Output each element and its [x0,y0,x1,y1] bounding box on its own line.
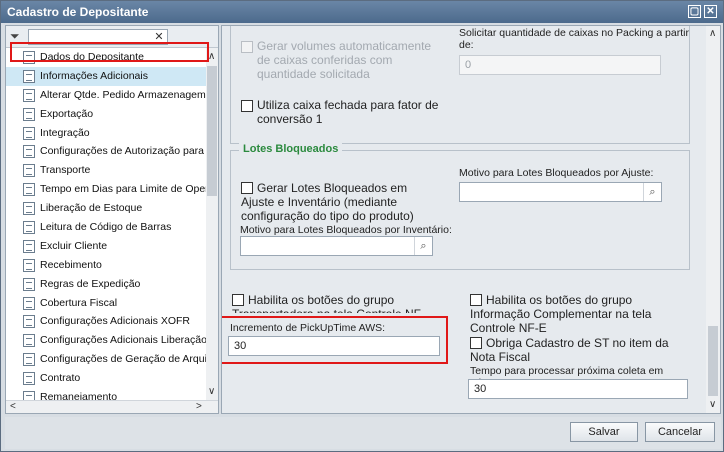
sidebar-item[interactable]: Excluir Cliente [6,237,206,256]
cancel-button[interactable]: Cancelar [645,422,715,442]
document-icon [23,145,35,159]
sidebar-item-label: Contrato [40,372,81,385]
document-icon [23,372,35,386]
highlight-pickup-field [222,316,448,364]
document-icon [23,107,35,121]
scroll-up-icon[interactable]: ∧ [208,51,215,63]
sidebar-item-label: Tempo em Dias para Limite de Operaç [40,183,206,196]
sidebar-item-label: Cobertura Fiscal [40,296,118,309]
highlight-selected-item [10,42,209,62]
search-icon[interactable]: ⌕ [414,237,432,255]
tempo-coleta-input[interactable]: 30 [468,379,688,399]
habilita-transportadora-label: Habilita os botões do grupo Transportado… [232,293,425,313]
details-vertical-scrollbar[interactable]: ∧ ∨ [706,26,720,413]
sidebar-item[interactable]: Configurações Adicionais Liberação N [6,331,206,350]
scroll-down-icon[interactable]: ∨ [208,386,215,398]
motivo-ajuste-label: Motivo para Lotes Bloqueados por Ajuste: [459,167,654,179]
solicitar-label: Solicitar quantidade de caixas no Packin… [459,27,689,51]
document-icon [23,334,35,348]
motivo-ajuste-input[interactable] [459,182,662,202]
sidebar-item-label: Alterar Qtde. Pedido Armazenagem [40,88,206,101]
sidebar-item-label: Remanejamento [40,391,118,400]
sidebar-vertical-scrollbar[interactable]: ∧ ∨ [206,48,218,400]
lotes-bloqueados-legend: Lotes Bloqueados [239,143,343,155]
sidebar-item-label: Informações Adicionais [40,69,148,82]
sidebar-item[interactable]: Transporte [6,161,206,180]
document-icon [23,183,35,197]
dialog-footer: Salvar Cancelar [5,417,721,449]
document-icon [23,315,35,329]
sidebar-item-label: Configurações Adicionais XOFR [40,315,190,328]
scroll-up-icon[interactable]: ∧ [709,28,716,40]
sidebar-item[interactable]: Configurações de Autorização para B [6,142,206,161]
document-icon [23,277,35,291]
solicitar-input: 0 [459,55,661,75]
document-icon [23,164,35,178]
scroll-left-icon[interactable]: < [10,401,16,413]
sidebar-item-label: Liberação de Estoque [40,202,143,215]
search-icon[interactable]: ⌕ [643,183,661,201]
sidebar-item-label: Leitura de Código de Barras [40,221,172,234]
title-bar: Cadastro de Depositante ▢ ✕ [1,1,723,23]
sidebar-item-label: Recebimento [40,258,102,271]
document-icon [23,239,35,253]
sidebar-item[interactable]: Regras de Expedição [6,275,206,294]
sidebar-item-label: Configurações Adicionais Liberação N [40,334,206,347]
sidebar-item[interactable]: Exportação [6,105,206,124]
sidebar-item[interactable]: Tempo em Dias para Limite de Operaç [6,180,206,199]
section-list: Dados do Depositante Informações Adiciona… [6,48,206,400]
document-icon [23,126,35,140]
sidebar-item[interactable]: Informações Adicionais [6,66,206,86]
sidebar-horizontal-scrollbar[interactable]: < > [6,400,218,413]
sidebar-item-label: Exportação [40,107,94,120]
sidebar-item[interactable]: Cobertura Fiscal [6,294,206,313]
sidebar-item[interactable]: Integração [6,124,206,143]
motivo-inventario-input[interactable] [240,236,433,256]
window-title: Cadastro de Depositante [7,5,149,19]
utiliza-caixa-label: Utiliza caixa fechada para fator de conv… [257,98,439,126]
details-panel: Gerar volumes automaticamente de caixas … [221,25,721,414]
restore-icon[interactable]: ▢ [688,5,701,18]
document-icon [23,202,35,216]
sidebar-item[interactable]: Liberação de Estoque [6,199,206,218]
document-icon [23,258,35,272]
sidebar-item[interactable]: Remanejamento [6,388,206,400]
gerar-volumes-label: Gerar volumes automaticamente de caixas … [257,39,432,81]
sidebar-item-label: Regras de Expedição [40,277,141,290]
sidebar-item-label: Integração [40,126,90,139]
habilita-informacao-label: Habilita os botões do grupo Informação C… [470,293,652,335]
document-icon [23,391,35,400]
gerar-lotes-label: Gerar Lotes Bloqueados em Ajuste e Inven… [241,181,414,223]
scroll-right-icon[interactable]: > [196,401,202,413]
packing-group: Gerar volumes automaticamente de caixas … [230,26,690,144]
sidebar-item-label: Excluir Cliente [40,239,108,252]
scroll-thumb[interactable] [708,326,718,396]
sidebar-item[interactable]: Alterar Qtde. Pedido Armazenagem [6,86,206,105]
gerar-volumes-checkbox [241,41,253,53]
sidebar-item-label: Configurações de Autorização para B [40,145,206,158]
sidebar-item-label: Transporte [40,164,91,177]
sidebar-item[interactable]: Recebimento [6,256,206,275]
sidebar-item[interactable]: Contrato [6,369,206,388]
dialog-window: Cadastro de Depositante ▢ ✕ ⏷ ✕ Dados do… [0,0,724,452]
document-icon [23,88,35,102]
sidebar-item-label: Configurações de Geração de Arquiv [40,353,206,366]
sidebar-item[interactable]: Leitura de Código de Barras [6,218,206,237]
close-icon[interactable]: ✕ [704,5,717,18]
save-button[interactable]: Salvar [570,422,638,442]
section-sidebar: ⏷ ✕ Dados do Depositante Informações Adic… [5,25,219,414]
sidebar-item[interactable]: Configurações de Geração de Arquiv [6,350,206,369]
scroll-thumb[interactable] [207,66,217,196]
lotes-bloqueados-group: Lotes Bloqueados Gerar Lotes Bloqueados … [230,143,690,270]
document-icon [23,69,35,83]
utiliza-caixa-checkbox[interactable] [241,100,253,112]
sidebar-item[interactable]: Configurações Adicionais XOFR [6,312,206,331]
document-icon [23,221,35,235]
document-icon [23,353,35,367]
obriga-st-label: Obriga Cadastro de ST no item da Nota Fi… [470,336,669,364]
scroll-down-icon[interactable]: ∨ [709,399,716,411]
motivo-inventario-label: Motivo para Lotes Bloqueados por Inventá… [240,224,452,236]
document-icon [23,296,35,310]
